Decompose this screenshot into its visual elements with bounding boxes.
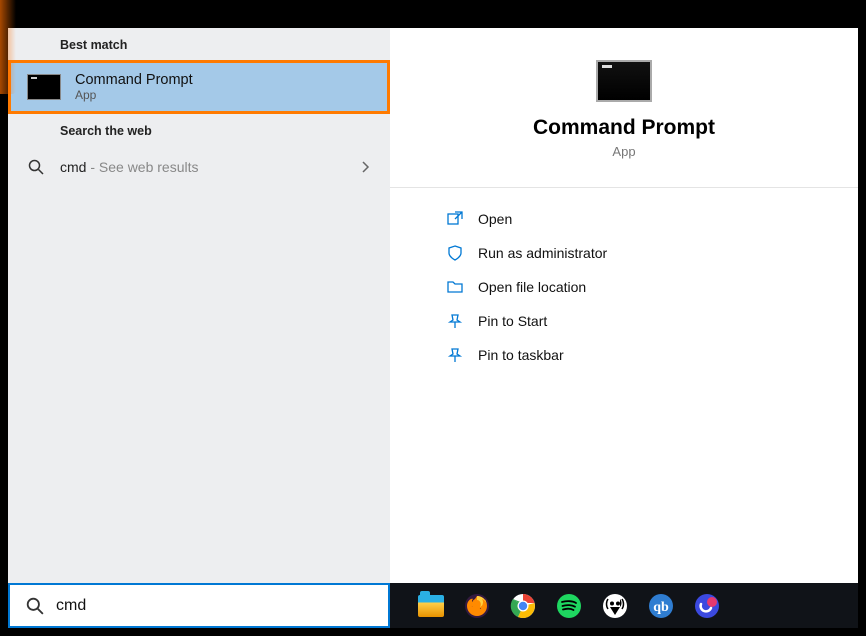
pin-icon [446, 312, 464, 330]
best-match-title: Command Prompt [75, 72, 193, 88]
action-label: Run as administrator [478, 245, 607, 261]
chrome-icon[interactable] [510, 593, 536, 619]
start-search-panel: Best match Command Prompt App Search the… [8, 28, 858, 628]
chevron-right-icon [362, 161, 370, 173]
action-open[interactable]: Open [390, 202, 858, 236]
command-prompt-icon-large [596, 60, 652, 102]
spotify-icon[interactable] [556, 593, 582, 619]
app-subtitle: App [612, 144, 635, 159]
taskbar: qb [8, 583, 858, 628]
search-web-header: Search the web [8, 114, 390, 146]
app-title: Command Prompt [533, 116, 715, 140]
action-pin-taskbar[interactable]: Pin to taskbar [390, 338, 858, 372]
web-result-label: cmd - See web results [60, 159, 199, 175]
firefox-icon[interactable] [464, 593, 490, 619]
admin-shield-icon [446, 244, 464, 262]
details-right-pane: Command Prompt App Open Run as administr… [390, 28, 858, 583]
actions-list: Open Run as administrator Open file loca… [390, 188, 858, 372]
action-open-location[interactable]: Open file location [390, 270, 858, 304]
folder-icon [446, 278, 464, 296]
pin-icon [446, 346, 464, 364]
game-icon[interactable] [694, 593, 720, 619]
open-icon [446, 210, 464, 228]
action-pin-start[interactable]: Pin to Start [390, 304, 858, 338]
action-label: Open file location [478, 279, 586, 295]
annotation-highlight [0, 0, 16, 94]
best-match-header: Best match [8, 28, 390, 60]
action-label: Pin to taskbar [478, 347, 564, 363]
search-icon [26, 597, 44, 615]
taskbar-pinned-apps: qb [390, 593, 720, 619]
svg-text:qb: qb [653, 600, 669, 615]
action-label: Pin to Start [478, 313, 547, 329]
action-label: Open [478, 211, 512, 227]
best-match-text: Command Prompt App [75, 72, 193, 102]
app-hero: Command Prompt App [390, 28, 858, 188]
results-left-pane: Best match Command Prompt App Search the… [8, 28, 390, 583]
foobar-icon[interactable] [602, 593, 628, 619]
search-icon [28, 159, 44, 175]
best-match-item[interactable]: Command Prompt App [8, 60, 390, 114]
search-results-container: Best match Command Prompt App Search the… [8, 28, 858, 583]
action-run-admin[interactable]: Run as administrator [390, 236, 858, 270]
taskbar-search-box[interactable] [8, 583, 390, 628]
search-input[interactable] [56, 597, 388, 615]
web-result-item[interactable]: cmd - See web results [8, 146, 390, 188]
qbittorrent-icon[interactable]: qb [648, 593, 674, 619]
file-explorer-icon[interactable] [418, 593, 444, 619]
best-match-subtitle: App [75, 88, 193, 102]
command-prompt-icon [27, 74, 61, 100]
